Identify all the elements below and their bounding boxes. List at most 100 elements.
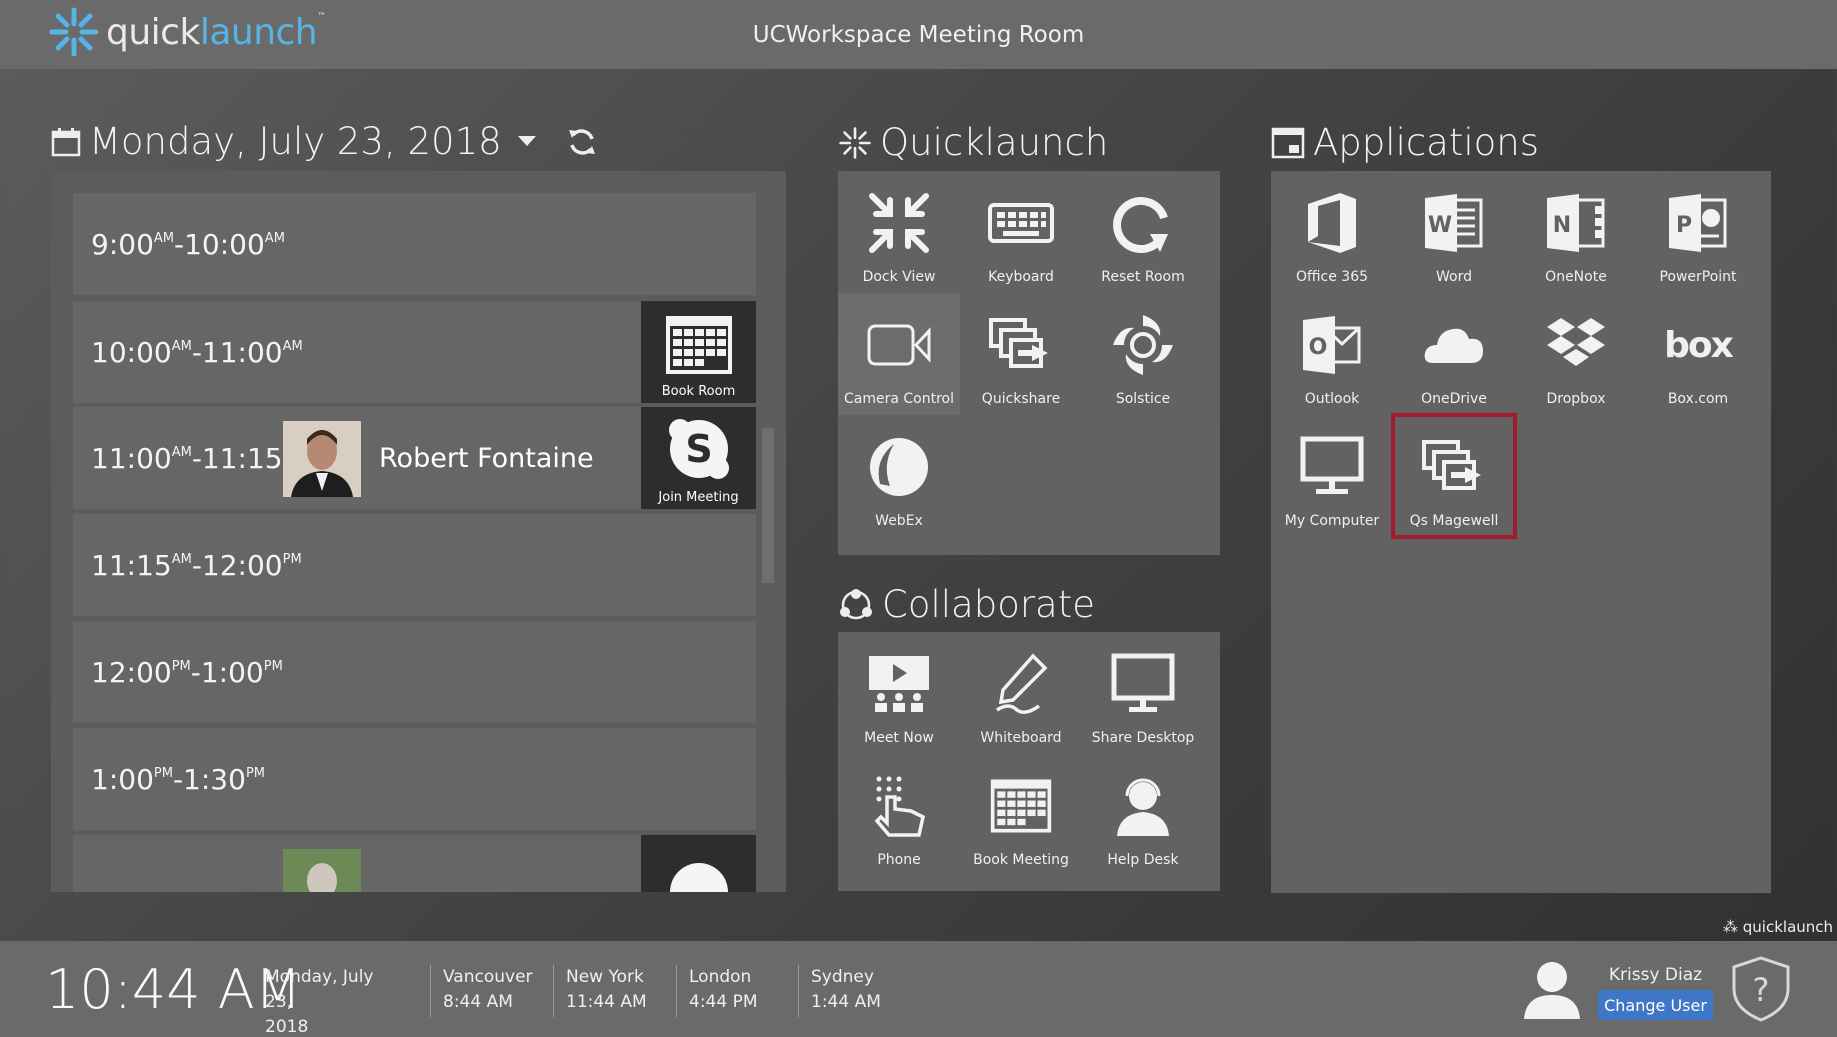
- time-slot[interactable]: 11:15 AM -12:00 PM: [73, 514, 756, 616]
- onedrive-icon: [1414, 305, 1494, 385]
- calendar-header[interactable]: Monday, July 23, 2018: [51, 120, 606, 163]
- chevron-down-icon[interactable]: [517, 135, 536, 148]
- time-slot[interactable]: 1:00 PM -1:30 PM: [73, 728, 756, 830]
- user-icon[interactable]: [1522, 959, 1582, 1021]
- tile-label: PowerPoint: [1659, 269, 1737, 285]
- footer-bar: 10:44 AM Monday, July 23, 2018 Vancouver…: [0, 941, 1837, 1037]
- meeting-organizer: Robert Fontaine: [379, 442, 594, 474]
- slot-time: 11:15 AM -12:00 PM: [91, 548, 302, 582]
- quicklaunch-panel: Dock View Keyboard Reset Room Camera Con…: [838, 171, 1220, 555]
- tile-label: Keyboard: [988, 269, 1054, 285]
- join-meeting-label: Join Meeting: [658, 490, 739, 505]
- my-computer-tile[interactable]: My Computer: [1271, 415, 1393, 537]
- camera-control-tile[interactable]: Camera Control: [838, 293, 960, 415]
- join-meeting-button[interactable]: [641, 835, 756, 892]
- onenote-icon: N: [1536, 183, 1616, 263]
- tile-label: Word: [1436, 269, 1472, 285]
- slot-time: 12:00 PM -1:00 PM: [91, 655, 283, 689]
- applications-title: Applications: [1313, 121, 1540, 164]
- onenote-tile[interactable]: N OneNote: [1515, 171, 1637, 293]
- tile-label: OneDrive: [1421, 391, 1487, 407]
- qs-magewell-tile[interactable]: Qs Magewell: [1391, 413, 1517, 539]
- tile-label: OneNote: [1545, 269, 1607, 285]
- svg-text:S: S: [685, 427, 712, 471]
- onedrive-tile[interactable]: OneDrive: [1393, 293, 1515, 415]
- dock-view-tile[interactable]: Dock View: [838, 171, 960, 293]
- calendar-icon: [51, 127, 81, 156]
- tile-label: Camera Control: [844, 391, 954, 407]
- webex-tile[interactable]: WebEx: [838, 415, 960, 537]
- tile-label: Help Desk: [1107, 852, 1179, 868]
- powerpoint-icon: P: [1658, 183, 1738, 263]
- quicklaunch-icon: [839, 126, 871, 159]
- computer-icon: [1292, 427, 1372, 507]
- calendar-date[interactable]: Monday, July 23, 2018: [89, 120, 502, 163]
- tile-label: Dock View: [862, 269, 936, 285]
- outlook-tile[interactable]: O Outlook: [1271, 293, 1393, 415]
- box-icon: box: [1658, 305, 1738, 385]
- world-clock-sydney: Sydney 1:44 AM: [798, 965, 881, 1017]
- book-meeting-tile[interactable]: Book Meeting: [960, 754, 1082, 876]
- svg-text:P: P: [1676, 213, 1692, 238]
- word-tile[interactable]: W Word: [1393, 171, 1515, 293]
- keyboard-tile[interactable]: Keyboard: [960, 171, 1082, 293]
- applications-panel: Office 365 W Word N OneNote P PowerPoint…: [1271, 171, 1771, 893]
- refresh-icon[interactable]: [566, 126, 598, 158]
- book-meeting-icon: [981, 766, 1061, 846]
- slot-time: 1:00 PM -1:30 PM: [91, 762, 265, 796]
- office365-icon: [1292, 183, 1372, 263]
- share-desktop-tile[interactable]: Share Desktop: [1082, 632, 1204, 754]
- applications-header: Applications: [1271, 121, 1539, 164]
- slot-time: 9:00 AM -10:00 AM: [91, 227, 285, 261]
- help-desk-tile[interactable]: Help Desk: [1082, 754, 1204, 876]
- current-time: 10:44 AM: [45, 957, 302, 1021]
- tile-label: Dropbox: [1546, 391, 1606, 407]
- tile-label: Meet Now: [864, 730, 934, 746]
- box-logo-text: box: [1664, 324, 1734, 366]
- slot-time: 11:00AM-11:15AM: [91, 441, 303, 475]
- world-clock-vancouver: Vancouver 8:44 AM: [430, 965, 533, 1017]
- skype-icon: [669, 863, 728, 892]
- meet-now-tile[interactable]: Meet Now: [838, 632, 960, 754]
- time-slot[interactable]: [73, 835, 756, 892]
- tile-label: WebEx: [875, 513, 923, 529]
- time-slot[interactable]: 11:00AM-11:15AM Robert Fontaine S Join M…: [73, 407, 756, 509]
- tile-label: Quickshare: [981, 391, 1061, 407]
- current-date: Monday, July 23, 2018: [265, 967, 374, 1037]
- skype-icon: S: [668, 419, 729, 479]
- solstice-tile[interactable]: Solstice: [1082, 293, 1204, 415]
- tile-label: Office 365: [1295, 269, 1369, 285]
- time-slot[interactable]: 12:00 PM -1:00 PM: [73, 621, 756, 723]
- dropbox-tile[interactable]: Dropbox: [1515, 293, 1637, 415]
- powerpoint-tile[interactable]: P PowerPoint: [1637, 171, 1759, 293]
- reset-room-icon: [1103, 183, 1183, 263]
- calendar-scrollbar[interactable]: [762, 428, 774, 583]
- tile-label: My Computer: [1284, 513, 1380, 529]
- quickshare-tile[interactable]: Quickshare: [960, 293, 1082, 415]
- whiteboard-tile[interactable]: Whiteboard: [960, 632, 1082, 754]
- join-meeting-button[interactable]: S Join Meeting: [641, 407, 756, 509]
- keyboard-icon: [981, 183, 1061, 263]
- camera-icon: [859, 305, 939, 385]
- time-slot[interactable]: 9:00 AM -10:00 AM: [73, 193, 756, 295]
- calendar-panel: 9:00 AM -10:00 AM 10:00 AM -11:00 AM Book Room…: [51, 171, 786, 892]
- calendar-grid-icon: [665, 316, 732, 374]
- book-room-button[interactable]: Book Room: [641, 301, 756, 403]
- tile-label: Solstice: [1115, 391, 1171, 407]
- time-slot[interactable]: 10:00 AM -11:00 AM Book Room: [73, 301, 756, 403]
- header-bar: quicklaunch™ UCWorkspace Meeting Room: [0, 0, 1837, 69]
- tile-label: Qs Magewell: [1409, 513, 1499, 529]
- book-room-label: Book Room: [661, 384, 736, 399]
- office365-tile[interactable]: Office 365: [1271, 171, 1393, 293]
- box-tile[interactable]: box Box.com: [1637, 293, 1759, 415]
- quicklaunch-title: Quicklaunch: [880, 121, 1109, 164]
- qs-magewell-icon: [1414, 427, 1494, 507]
- share-desktop-icon: [1103, 644, 1183, 724]
- phone-tile[interactable]: Phone: [838, 754, 960, 876]
- help-shield-icon[interactable]: ?: [1730, 955, 1792, 1023]
- change-user-button[interactable]: Change User: [1598, 990, 1713, 1020]
- dropbox-icon: [1536, 305, 1616, 385]
- avatar: [283, 849, 361, 892]
- reset-room-tile[interactable]: Reset Room: [1082, 171, 1204, 293]
- tile-label: Phone: [877, 852, 921, 868]
